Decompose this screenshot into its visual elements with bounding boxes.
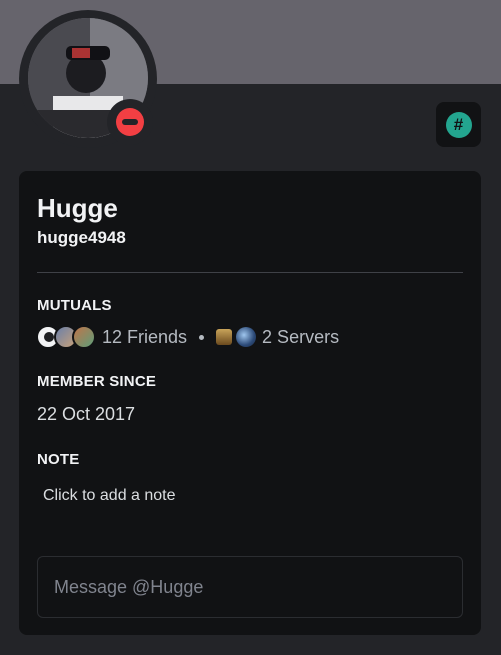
member-since-date: 22 Oct 2017 — [37, 404, 136, 424]
hashtag-badge[interactable]: # — [436, 102, 481, 147]
mutual-friends-link[interactable]: 12 Friends — [102, 327, 187, 348]
mutual-servers-link[interactable]: 2 Servers — [262, 327, 339, 348]
hashtag-badge-icon: # — [445, 111, 472, 138]
mutual-server-icon — [236, 327, 257, 347]
mutuals-title: MUTUALS — [37, 297, 112, 314]
divider — [37, 272, 463, 273]
profile-card: Hugge hugge4948 MUTUALS 12 Friends 2 Ser… — [19, 171, 481, 635]
note-input[interactable] — [37, 481, 463, 511]
mutual-friend-avatar — [72, 325, 96, 349]
separator-dot — [199, 334, 205, 340]
dnd-status-icon — [116, 108, 144, 136]
username[interactable]: hugge4948 — [37, 228, 126, 248]
mutual-server-icon — [216, 329, 233, 345]
member-since-title: MEMBER SINCE — [37, 373, 157, 390]
display-name: Hugge — [37, 193, 118, 223]
message-input[interactable] — [37, 556, 463, 618]
mutuals-row: 12 Friends 2 Servers — [36, 324, 339, 350]
note-title: NOTE — [37, 451, 80, 468]
